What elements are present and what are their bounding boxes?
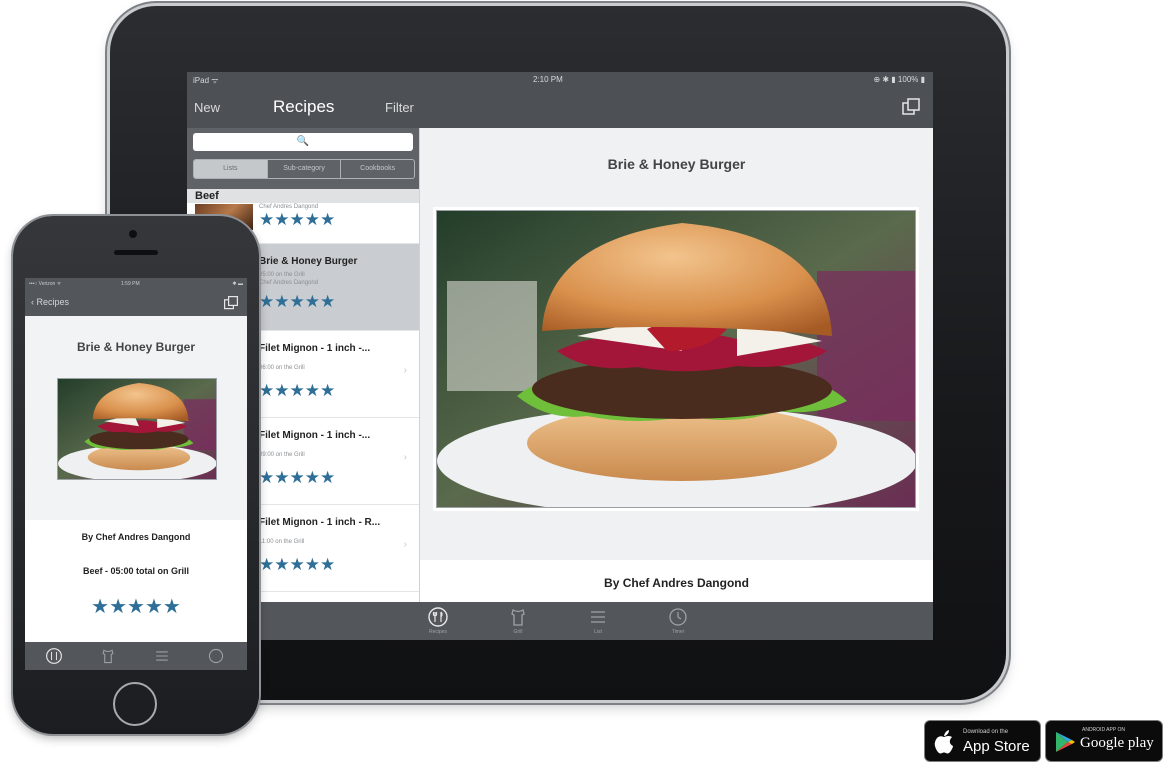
recipe-title: Brie & Honey Burger (607, 156, 746, 172)
segment-lists[interactable]: Lists (194, 160, 267, 178)
list-header: 🔍 Lists Sub-category Cookbooks (187, 128, 419, 192)
list-item-subtitle: 05:00 on the Grill (259, 272, 305, 278)
list-item-subtitle: 11:00 on the Grill (259, 539, 305, 545)
rating-stars: ★★★★★ (259, 210, 336, 229)
iphone-screen: •••○ Verizon ᯤ 1:59 PM ✱ ▬ ‹ Recipes Bri… (25, 278, 247, 670)
chevron-right-icon: › (403, 365, 407, 376)
nav-title: Recipes (273, 97, 335, 116)
list-icon[interactable] (587, 606, 609, 628)
badge-small-text: Download on the (963, 729, 1009, 735)
list-item-title: Brie & Honey Burger (259, 256, 358, 267)
burger-photo (436, 210, 916, 508)
recipe-byline: By Chef Andres Dangond (604, 576, 749, 590)
google-play-badge[interactable]: ANDROID APP ON Google play (1045, 720, 1163, 762)
iphone-nav-bar: ‹ Recipes (25, 290, 247, 316)
burger-photo (57, 378, 217, 480)
ipad-status-bar: iPad ᯤ 2:10 PM ⊕ ✱ ▮ 100% ▮ (187, 72, 933, 88)
iphone-tab-bar (25, 642, 247, 670)
chevron-right-icon: › (403, 539, 407, 550)
back-label: Recipes (36, 297, 70, 307)
search-input[interactable]: 🔍 (193, 133, 413, 151)
apron-icon[interactable] (99, 647, 117, 665)
recipe-byline: By Chef Andres Dangond (81, 532, 191, 542)
tab-label-list: List (594, 629, 602, 635)
clock-text: 1:59 PM (121, 281, 140, 287)
rating-stars: ★★★★★ (259, 381, 336, 400)
tab-label-timer: Timer (671, 629, 685, 635)
ipad-screen: iPad ᯤ 2:10 PM ⊕ ✱ ▮ 100% ▮ New Recipes … (187, 72, 933, 640)
speaker (114, 250, 158, 255)
apple-icon (934, 730, 953, 754)
badge-small-text: ANDROID APP ON (1082, 727, 1125, 733)
battery-text: ✱ ▬ (232, 281, 243, 287)
battery-text: ⊕ ✱ ▮ 100% ▮ (873, 75, 925, 84)
recipe-detail-panel: Brie & Honey Burger By Chef Andres Dango… (420, 128, 933, 602)
rating-stars: ★★★★★ (259, 292, 336, 311)
iphone-device: •••○ Verizon ᯤ 1:59 PM ✱ ▬ ‹ Recipes Bri… (13, 216, 259, 734)
new-button[interactable]: New (194, 100, 220, 115)
badge-store-name: App Store (963, 738, 1030, 755)
recipes-icon[interactable] (45, 647, 63, 665)
segmented-control: Lists Sub-category Cookbooks (193, 159, 415, 179)
copy-icon[interactable] (901, 97, 921, 117)
recipe-title: Brie & Honey Burger (76, 340, 196, 354)
rating-stars: ★★★★★ (91, 596, 181, 618)
app-store-badge[interactable]: Download on the App Store (924, 720, 1041, 762)
rating-stars: ★★★★★ (259, 555, 336, 574)
back-button[interactable]: ‹ Recipes (31, 297, 69, 307)
list-icon[interactable] (153, 647, 171, 665)
segment-cookbooks[interactable]: Cookbooks (340, 160, 414, 178)
rating-stars: ★★★★★ (259, 468, 336, 487)
list-item-title: Filet Mignon - 1 inch -... (259, 430, 371, 441)
timer-icon[interactable] (207, 647, 225, 665)
ipad-nav-bar: New Recipes Filter (187, 88, 933, 128)
tab-label-recipes: Recipes (428, 629, 448, 635)
google-play-icon (1056, 732, 1075, 752)
list-item-chef: Chef Andres Dangond (259, 280, 319, 286)
badge-store-name: Google play (1080, 735, 1154, 751)
tab-label-grill: Grill (513, 629, 523, 635)
timer-icon[interactable] (667, 606, 689, 628)
list-item-title: Filet Mignon - 1 inch - R... (259, 517, 381, 528)
carrier-text: iPad ᯤ (193, 76, 219, 85)
copy-icon[interactable] (223, 295, 239, 311)
filter-button[interactable]: Filter (385, 100, 414, 115)
recipe-meta: Beef - 05:00 total on Grill (82, 566, 190, 576)
recipes-icon[interactable] (427, 606, 449, 628)
apron-icon[interactable] (507, 606, 529, 628)
list-item-subtitle: 06:00 on the Grill (259, 365, 305, 371)
list-item-title: Filet Mignon - 1 inch -... (259, 343, 371, 354)
home-button[interactable] (113, 682, 157, 726)
iphone-status-bar: •••○ Verizon ᯤ 1:59 PM ✱ ▬ (25, 278, 247, 290)
list-item-subtitle: 09:00 on the Grill (259, 452, 305, 458)
segment-sub-category[interactable]: Sub-category (266, 160, 341, 178)
ipad-tab-bar: Recipes Grill List Timer (187, 602, 933, 640)
chevron-right-icon: › (403, 452, 407, 463)
camera (129, 230, 137, 238)
clock-text: 2:10 PM (533, 75, 563, 84)
section-header: Beef (187, 189, 419, 203)
carrier-text: •••○ Verizon ᯤ (29, 281, 62, 287)
